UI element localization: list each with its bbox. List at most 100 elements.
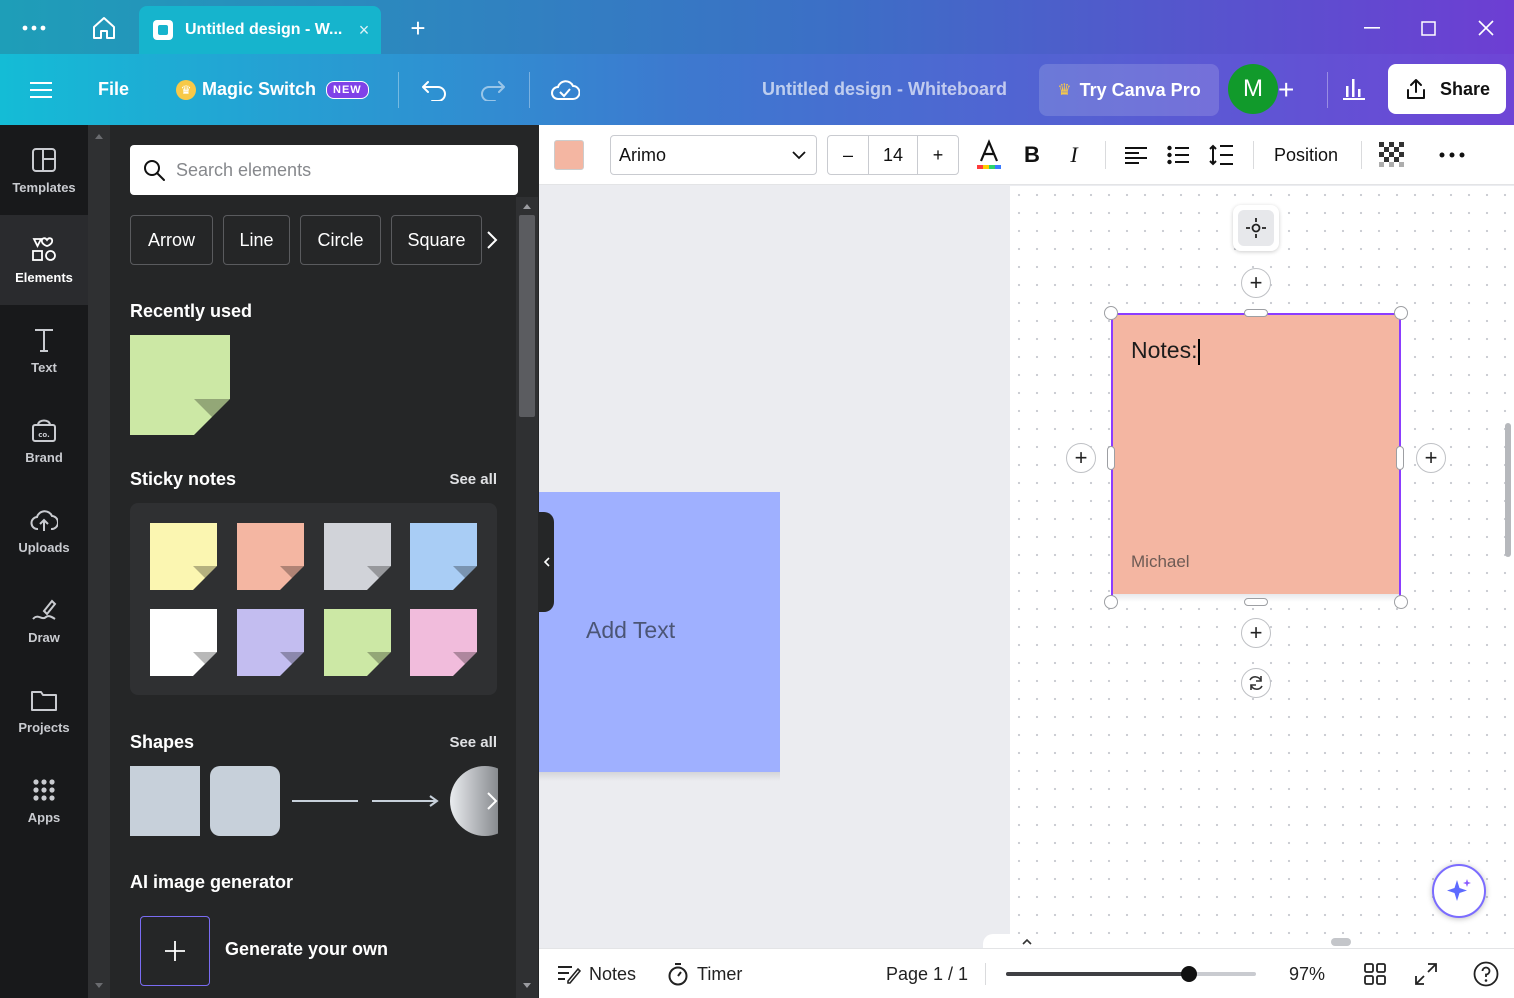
search-elements-field[interactable] bbox=[130, 145, 518, 195]
magic-assistant-button[interactable] bbox=[1432, 864, 1486, 918]
panel-scrollbar-left[interactable] bbox=[88, 125, 110, 998]
shape-rounded-square[interactable] bbox=[210, 766, 280, 836]
sticky-note-white[interactable] bbox=[150, 609, 217, 676]
canvas-horizontal-scrollbar-thumb[interactable] bbox=[1331, 938, 1351, 946]
sticky-notes-title: Sticky notes bbox=[130, 469, 237, 489]
page-indicator[interactable]: Page 1 / 1 bbox=[886, 949, 968, 998]
chip-arrow[interactable]: Arrow bbox=[130, 215, 213, 265]
note-title-text[interactable]: Notes: bbox=[1131, 337, 1200, 365]
font-size-increase-button[interactable]: + bbox=[918, 145, 958, 166]
fill-color-swatch[interactable] bbox=[553, 135, 585, 175]
shapes-see-all-link[interactable]: See all bbox=[449, 734, 497, 751]
resize-handle-bottom-right[interactable] bbox=[1394, 595, 1408, 609]
search-input[interactable] bbox=[176, 159, 496, 181]
close-window-icon[interactable] bbox=[1466, 8, 1506, 48]
chip-square[interactable]: Square bbox=[391, 215, 482, 265]
panel-scrollbar-thumb[interactable] bbox=[519, 215, 535, 417]
font-size-decrease-button[interactable]: – bbox=[828, 145, 868, 166]
add-above-button[interactable]: + bbox=[1241, 268, 1271, 298]
rail-item-projects[interactable]: Projects bbox=[0, 665, 88, 755]
canvas-scrollbar-thumb[interactable] bbox=[1505, 423, 1511, 557]
shapes-next-chevron-icon[interactable] bbox=[482, 781, 502, 821]
zoom-slider-knob[interactable] bbox=[1180, 966, 1197, 982]
shape-arrow[interactable] bbox=[370, 766, 440, 836]
add-left-button[interactable]: + bbox=[1066, 443, 1096, 473]
zoom-slider[interactable] bbox=[1006, 966, 1256, 982]
insights-chart-icon[interactable] bbox=[1340, 74, 1368, 107]
transparency-icon[interactable] bbox=[1377, 135, 1407, 175]
sticky-note-salmon[interactable] bbox=[237, 523, 304, 590]
try-canva-pro-button[interactable]: ♛ Try Canva Pro bbox=[1039, 64, 1219, 116]
font-size-input[interactable]: 14 bbox=[868, 136, 918, 174]
rotate-icon[interactable] bbox=[1241, 668, 1271, 698]
hamburger-menu-icon[interactable] bbox=[30, 54, 58, 125]
resize-handle-top[interactable] bbox=[1244, 309, 1268, 317]
sticky-note-green[interactable] bbox=[324, 609, 391, 676]
undo-icon[interactable] bbox=[420, 54, 448, 125]
sticky-note-lavender[interactable] bbox=[237, 609, 304, 676]
rail-item-brand[interactable]: co. Brand bbox=[0, 395, 88, 485]
maximize-icon[interactable] bbox=[1408, 8, 1448, 48]
resize-handle-top-right[interactable] bbox=[1394, 306, 1408, 320]
sticky-note-yellow[interactable] bbox=[150, 523, 217, 590]
shape-square[interactable] bbox=[130, 766, 200, 836]
file-menu[interactable]: File bbox=[98, 54, 129, 125]
resize-handle-bottom[interactable] bbox=[1244, 598, 1268, 606]
collapse-panel-button[interactable] bbox=[539, 512, 554, 612]
user-avatar[interactable]: M bbox=[1228, 64, 1278, 114]
font-family-dropdown[interactable]: Arimo bbox=[610, 135, 817, 175]
bold-button[interactable]: B bbox=[1017, 135, 1047, 175]
text-color-icon[interactable] bbox=[974, 135, 1004, 175]
redo-icon[interactable] bbox=[479, 54, 507, 125]
rail-item-uploads[interactable]: Uploads bbox=[0, 485, 88, 575]
new-tab-button[interactable]: + bbox=[398, 8, 438, 48]
header-divider bbox=[398, 72, 399, 108]
bullet-list-icon[interactable] bbox=[1163, 135, 1193, 175]
chips-next-chevron-icon[interactable] bbox=[482, 217, 502, 263]
position-button[interactable]: Position bbox=[1267, 135, 1345, 175]
rail-item-draw[interactable]: Draw bbox=[0, 575, 88, 665]
notes-button[interactable]: Notes bbox=[557, 949, 636, 998]
timer-button[interactable]: Timer bbox=[667, 949, 742, 998]
close-tab-icon[interactable]: × bbox=[347, 20, 381, 41]
shape-line[interactable] bbox=[290, 766, 360, 836]
line-spacing-icon[interactable] bbox=[1206, 135, 1236, 175]
generate-plus-icon[interactable] bbox=[140, 916, 210, 986]
sticky-note-blue[interactable] bbox=[410, 523, 477, 590]
sticky-see-all-link[interactable]: See all bbox=[449, 471, 497, 488]
cloud-saved-icon[interactable] bbox=[550, 54, 580, 125]
rail-item-templates[interactable]: Templates bbox=[0, 125, 88, 215]
minimize-icon[interactable] bbox=[1352, 8, 1392, 48]
help-icon[interactable] bbox=[1473, 949, 1507, 998]
sticky-note-gray[interactable] bbox=[324, 523, 391, 590]
resize-handle-top-left[interactable] bbox=[1104, 306, 1118, 320]
rail-item-apps[interactable]: Apps bbox=[0, 755, 88, 845]
magic-switch-button[interactable]: ♛ Magic Switch NEW bbox=[176, 54, 369, 125]
add-below-button[interactable]: + bbox=[1241, 618, 1271, 648]
italic-button[interactable]: I bbox=[1059, 135, 1089, 175]
zoom-level[interactable]: 97% bbox=[1289, 949, 1325, 998]
more-options-icon[interactable] bbox=[1437, 135, 1467, 175]
recent-sticky-note[interactable] bbox=[130, 335, 230, 435]
add-right-button[interactable]: + bbox=[1416, 443, 1446, 473]
grid-view-icon[interactable] bbox=[1364, 949, 1394, 998]
sticky-note-pink[interactable] bbox=[410, 609, 477, 676]
more-horizontal-icon[interactable] bbox=[14, 8, 54, 48]
blue-note-text[interactable]: Add Text bbox=[586, 617, 675, 644]
home-icon[interactable] bbox=[84, 8, 124, 48]
invite-add-button[interactable]: + bbox=[1278, 54, 1308, 125]
resize-handle-left[interactable] bbox=[1107, 446, 1115, 470]
resize-handle-bottom-left[interactable] bbox=[1104, 595, 1118, 609]
align-left-icon[interactable] bbox=[1121, 135, 1151, 175]
rail-item-text[interactable]: Text bbox=[0, 305, 88, 395]
chip-circle[interactable]: Circle bbox=[300, 215, 381, 265]
move-handle[interactable] bbox=[1233, 205, 1279, 251]
chip-line[interactable]: Line bbox=[223, 215, 290, 265]
document-title[interactable]: Untitled design - Whiteboard bbox=[762, 54, 1007, 125]
rail-item-elements[interactable]: Elements bbox=[0, 215, 88, 305]
share-button[interactable]: Share bbox=[1388, 64, 1506, 114]
resize-handle-right[interactable] bbox=[1396, 446, 1404, 470]
fullscreen-icon[interactable] bbox=[1415, 949, 1445, 998]
generate-your-own-link[interactable]: Generate your own bbox=[225, 939, 388, 960]
browser-tab[interactable]: Untitled design - W... × bbox=[139, 6, 381, 54]
